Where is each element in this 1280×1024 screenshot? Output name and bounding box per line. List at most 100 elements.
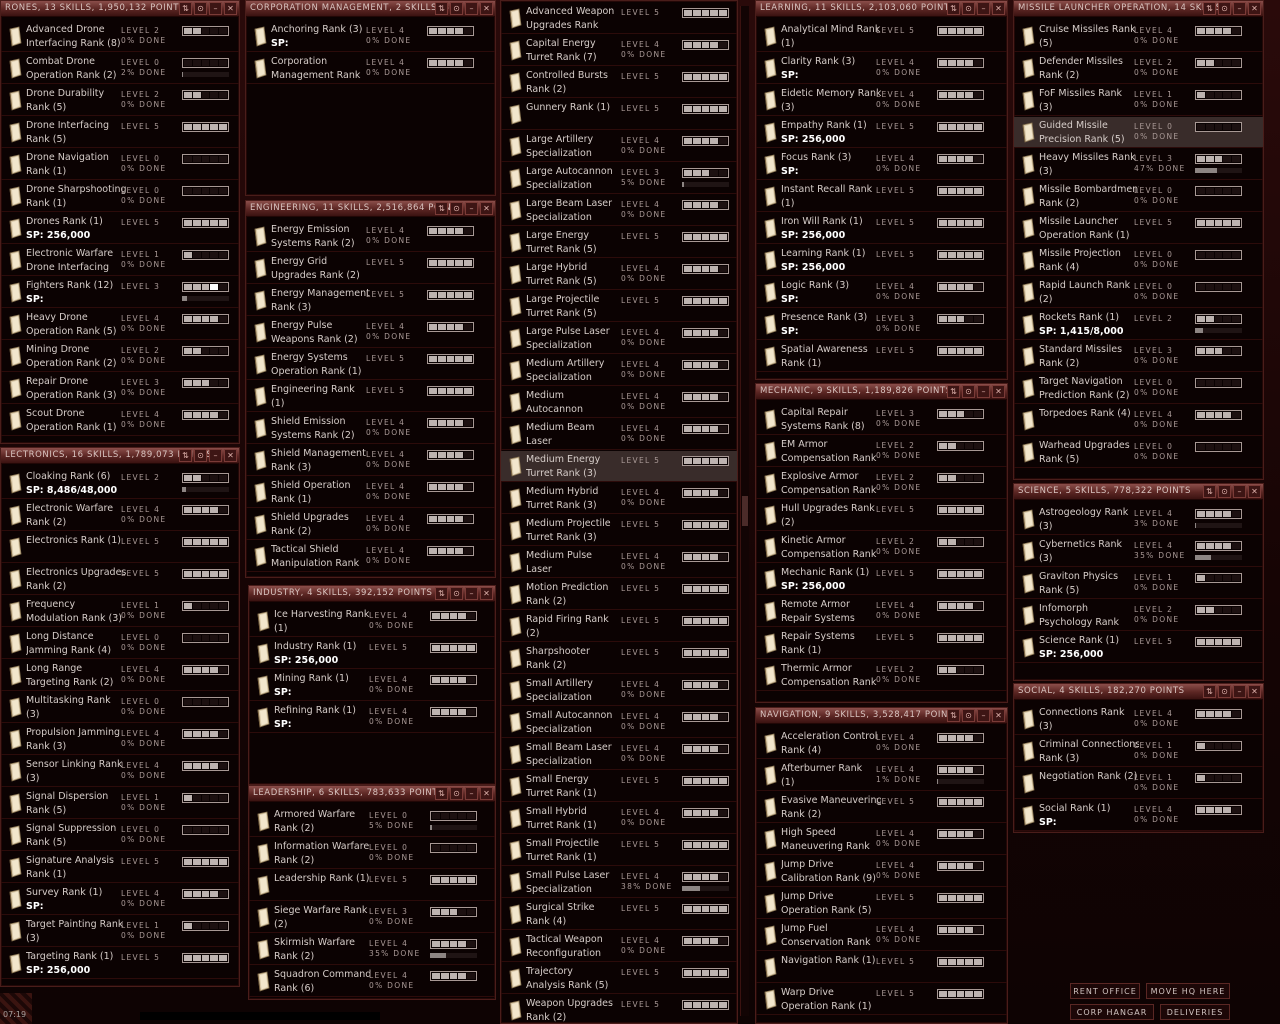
- skill-row-squadron-command-rank-6[interactable]: Squadron Command Rank (6) LEVEL 4 0% DONE: [249, 966, 495, 997]
- sort-icon[interactable]: ⇅: [179, 449, 192, 462]
- sort-icon[interactable]: ⇅: [947, 2, 960, 15]
- skill-row-survey-rank-1[interactable]: Survey Rank (1) SP: LEVEL 4 0% DONE: [1, 884, 239, 915]
- sort-icon[interactable]: ⇅: [435, 2, 448, 15]
- skill-row-evasive-maneuvering-rank-2[interactable]: Evasive Maneuvering Rank (2) LEVEL 5: [756, 792, 1007, 823]
- close-icon[interactable]: ✕: [1248, 2, 1261, 15]
- minimize-icon[interactable]: –: [977, 385, 990, 398]
- skill-row-signal-dispersion-rank-5[interactable]: Signal Dispersion Rank (5) LEVEL 1 0% DON…: [1, 788, 239, 819]
- skill-row-missile-launcher-operation-rank-1[interactable]: Missile Launcher Operation Rank (1) LEVEL…: [1014, 213, 1263, 244]
- skill-row-large-autocannon-specialization[interactable]: Large Autocannon Specialization LEVEL 3 5…: [501, 163, 737, 194]
- skill-row-analytical-mind-rank-1[interactable]: Analytical Mind Rank (1) LEVEL 5: [756, 21, 1007, 52]
- deliveries-button[interactable]: DELIVERIES: [1160, 1004, 1230, 1020]
- skill-row-connections-rank-3[interactable]: Connections Rank (3) LEVEL 4 0% DONE: [1014, 704, 1263, 735]
- close-icon[interactable]: ✕: [1248, 485, 1261, 498]
- skill-row-motion-prediction-rank-2[interactable]: Motion Prediction Rank (2) LEVEL 5: [501, 579, 737, 610]
- skill-row-shield-operation-rank-1[interactable]: Shield Operation Rank (1) LEVEL 4 0% DONE: [246, 477, 495, 508]
- skill-row-engineering-rank-1[interactable]: Engineering Rank (1) LEVEL 5: [246, 381, 495, 412]
- skill-row-small-energy-turret-rank-1[interactable]: Small Energy Turret Rank (1) LEVEL 5: [501, 771, 737, 802]
- skill-row-target-navigation-prediction-rank-2[interactable]: Target Navigation Prediction Rank (2) LEV…: [1014, 373, 1263, 404]
- skill-row-long-range-targeting-rank-2[interactable]: Long Range Targeting Rank (2) LEVEL 4 0% …: [1, 660, 239, 691]
- skill-row-target-painting-rank-3[interactable]: Target Painting Rank (3) LEVEL 1 0% DONE: [1, 916, 239, 947]
- sort-icon[interactable]: ⇅: [435, 202, 448, 215]
- rent-office-button[interactable]: RENT OFFICE: [1070, 983, 1140, 999]
- skill-row-signal-suppression-rank-5[interactable]: Signal Suppression Rank (5) LEVEL 0 0% DO…: [1, 820, 239, 851]
- skill-row-criminal-connections-rank-3[interactable]: Criminal Connections Rank (3) LEVEL 1 0% …: [1014, 736, 1263, 767]
- skill-row-large-energy-turret-rank-5[interactable]: Large Energy Turret Rank (5) LEVEL 5: [501, 227, 737, 258]
- skill-row-astrogeology-rank-3[interactable]: Astrogeology Rank (3) LEVEL 4 3% DONE: [1014, 504, 1263, 535]
- skill-row-rapid-launch-rank-2[interactable]: Rapid Launch Rank (2) LEVEL 0 0% DONE: [1014, 277, 1263, 308]
- skill-row-navigation-rank-1[interactable]: Navigation Rank (1) LEVEL 5: [756, 952, 1007, 983]
- skill-row-trajectory-analysis-rank-5[interactable]: Trajectory Analysis Rank (5) LEVEL 5: [501, 963, 737, 994]
- skill-row-targeting-rank-1[interactable]: Targeting Rank (1) SP: 256,000 LEVEL 5: [1, 948, 239, 979]
- minimize-icon[interactable]: –: [977, 2, 990, 15]
- options-icon[interactable]: ⊙: [962, 709, 975, 722]
- skill-row-drone-durability-rank-5[interactable]: Drone Durability Rank (5) LEVEL 2 0% DONE: [1, 85, 239, 116]
- skill-row-logic-rank-3[interactable]: Logic Rank (3) SP: LEVEL 4 0% DONE: [756, 277, 1007, 308]
- panel-header[interactable]: ENGINEERING, 11 SKILLS, 2,516,864 POINTS…: [246, 201, 495, 217]
- skill-row-em-armor-compensation-rank[interactable]: EM Armor Compensation Rank LEVEL 2 0% DON…: [756, 436, 1007, 467]
- skill-row-social-rank-1[interactable]: Social Rank (1) SP: LEVEL 4 0% DONE: [1014, 800, 1263, 831]
- skill-row-corporation-management-rank[interactable]: Corporation Management Rank LEVEL 4 0% DO…: [246, 53, 495, 84]
- corp-hangar-button[interactable]: CORP HANGAR: [1070, 1004, 1154, 1020]
- skill-row-warhead-upgrades-rank-5[interactable]: Warhead Upgrades Rank (5) LEVEL 0 0% DONE: [1014, 437, 1263, 468]
- skill-row-small-hybrid-turret-rank-1[interactable]: Small Hybrid Turret Rank (1) LEVEL 4 0% D…: [501, 803, 737, 834]
- skill-row-small-projectile-turret-rank-1[interactable]: Small Projectile Turret Rank (1) LEVEL 5: [501, 835, 737, 866]
- close-icon[interactable]: ✕: [480, 2, 493, 15]
- skill-row-cruise-missiles-rank-5[interactable]: Cruise Missiles Rank (5) LEVEL 4 0% DONE: [1014, 21, 1263, 52]
- skill-row-drone-sharpshooting-rank-1[interactable]: Drone Sharpshooting Rank (1) LEVEL 0 0% D…: [1, 181, 239, 212]
- panel-header[interactable]: INDUSTRY, 4 SKILLS, 392,152 POINTS ⇅ ⊙ – ✕: [249, 586, 495, 602]
- skill-row-propulsion-jamming-rank-3[interactable]: Propulsion Jamming Rank (3) LEVEL 4 0% DO…: [1, 724, 239, 755]
- skill-row-cybernetics-rank-3[interactable]: Cybernetics Rank (3) LEVEL 4 35% DONE: [1014, 536, 1263, 567]
- close-icon[interactable]: ✕: [1248, 685, 1261, 698]
- panel-header[interactable]: MISSILE LAUNCHER OPERATION, 14 SKILLS ⇅ ⊙ –…: [1014, 1, 1263, 17]
- sort-icon[interactable]: ⇅: [435, 587, 448, 600]
- skill-row-advanced-weapon-upgrades-rank[interactable]: Advanced Weapon Upgrades Rank LEVEL 5: [501, 3, 737, 34]
- skill-row-industry-rank-1[interactable]: Industry Rank (1) SP: 256,000 LEVEL 5: [249, 638, 495, 669]
- options-icon[interactable]: ⊙: [450, 787, 463, 800]
- skill-row-refining-rank-1[interactable]: Refining Rank (1) SP: LEVEL 4 0% DONE: [249, 702, 495, 733]
- skill-row-scout-drone-operation-rank-1[interactable]: Scout Drone Operation Rank (1) LEVEL 4 0%…: [1, 405, 239, 436]
- minimize-icon[interactable]: –: [465, 202, 478, 215]
- skill-row-cloaking-rank-6[interactable]: Cloaking Rank (6) SP: 8,486/48,000 LEVEL …: [1, 468, 239, 499]
- skill-row-energy-emission-systems-rank-2[interactable]: Energy Emission Systems Rank (2) LEVEL 4 …: [246, 221, 495, 252]
- panel-header[interactable]: CORPORATION MANAGEMENT, 2 SKILLS, 3 ⇅ ⊙ – ✕: [246, 1, 495, 17]
- skill-row-thermic-armor-compensation-rank[interactable]: Thermic Armor Compensation Rank LEVEL 2 0…: [756, 660, 1007, 691]
- skill-row-multitasking-rank-3[interactable]: Multitasking Rank (3) LEVEL 0 0% DONE: [1, 692, 239, 723]
- skill-row-large-hybrid-turret-rank-5[interactable]: Large Hybrid Turret Rank (5) LEVEL 4 0% D…: [501, 259, 737, 290]
- skill-row-electronics-rank-1[interactable]: Electronics Rank (1) LEVEL 5: [1, 532, 239, 563]
- options-icon[interactable]: ⊙: [450, 202, 463, 215]
- options-icon[interactable]: ⊙: [962, 385, 975, 398]
- skill-row-medium-hybrid-turret-rank-3[interactable]: Medium Hybrid Turret Rank (3) LEVEL 4 0% …: [501, 483, 737, 514]
- sort-icon[interactable]: ⇅: [947, 385, 960, 398]
- skill-row-heavy-drone-operation-rank-5[interactable]: Heavy Drone Operation Rank (5) LEVEL 4 0%…: [1, 309, 239, 340]
- panel-header[interactable]: LECTRONICS, 16 SKILLS, 1,789,073 POINTS ⇅…: [1, 448, 239, 464]
- skill-row-negotiation-rank-2[interactable]: Negotiation Rank (2) LEVEL 1 0% DONE: [1014, 768, 1263, 799]
- skill-row-jump-drive-calibration-rank-9[interactable]: Jump Drive Calibration Rank (9) LEVEL 4 0…: [756, 856, 1007, 887]
- options-icon[interactable]: ⊙: [194, 449, 207, 462]
- skill-row-jump-drive-operation-rank-5[interactable]: Jump Drive Operation Rank (5) LEVEL 5: [756, 888, 1007, 919]
- skill-row-large-beam-laser-specialization[interactable]: Large Beam Laser Specialization LEVEL 4 0…: [501, 195, 737, 226]
- panel-header[interactable]: SOCIAL, 4 SKILLS, 182,270 POINTS ⇅ ⊙ – ✕: [1014, 684, 1263, 700]
- skill-row-hull-upgrades-rank-2[interactable]: Hull Upgrades Rank (2) LEVEL 5: [756, 500, 1007, 531]
- skill-row-instant-recall-rank-1[interactable]: Instant Recall Rank (1) LEVEL 5: [756, 181, 1007, 212]
- minimize-icon[interactable]: –: [465, 587, 478, 600]
- options-icon[interactable]: ⊙: [1218, 685, 1231, 698]
- skill-row-armored-warfare-rank-2[interactable]: Armored Warfare Rank (2) LEVEL 0 5% DONE: [249, 806, 495, 837]
- skill-row-large-pulse-laser-specialization[interactable]: Large Pulse Laser Specialization LEVEL 4 …: [501, 323, 737, 354]
- skill-row-afterburner-rank-1[interactable]: Afterburner Rank (1) LEVEL 4 1% DONE: [756, 760, 1007, 791]
- skill-row-shield-upgrades-rank-2[interactable]: Shield Upgrades Rank (2) LEVEL 4 0% DONE: [246, 509, 495, 540]
- close-icon[interactable]: ✕: [992, 709, 1005, 722]
- skill-row-medium-autocannon[interactable]: Medium Autocannon LEVEL 4 0% DONE: [501, 387, 737, 418]
- skill-row-signature-analysis-rank-1[interactable]: Signature Analysis Rank (1) LEVEL 5: [1, 852, 239, 883]
- skill-row-tactical-weapon-reconfiguration[interactable]: Tactical Weapon Reconfiguration LEVEL 4 0…: [501, 931, 737, 962]
- skill-row-medium-energy-turret-rank-3[interactable]: Medium Energy Turret Rank (3) LEVEL 5: [501, 451, 737, 482]
- skill-row-mining-drone-operation-rank-2[interactable]: Mining Drone Operation Rank (2) LEVEL 2 0…: [1, 341, 239, 372]
- sort-icon[interactable]: ⇅: [1203, 2, 1216, 15]
- minimize-icon[interactable]: –: [465, 787, 478, 800]
- scrollbar[interactable]: [740, 6, 749, 1016]
- skill-row-electronic-warfare-drone-interfacing[interactable]: Electronic Warfare Drone Interfacing LEVE…: [1, 245, 239, 276]
- skill-row-medium-projectile-turret-rank-3[interactable]: Medium Projectile Turret Rank (3) LEVEL 5: [501, 515, 737, 546]
- options-icon[interactable]: ⊙: [1218, 485, 1231, 498]
- skill-row-leadership-rank-1[interactable]: Leadership Rank (1) LEVEL 5: [249, 870, 495, 901]
- skill-row-iron-will-rank-1[interactable]: Iron Will Rank (1) SP: 256,000 LEVEL 5: [756, 213, 1007, 244]
